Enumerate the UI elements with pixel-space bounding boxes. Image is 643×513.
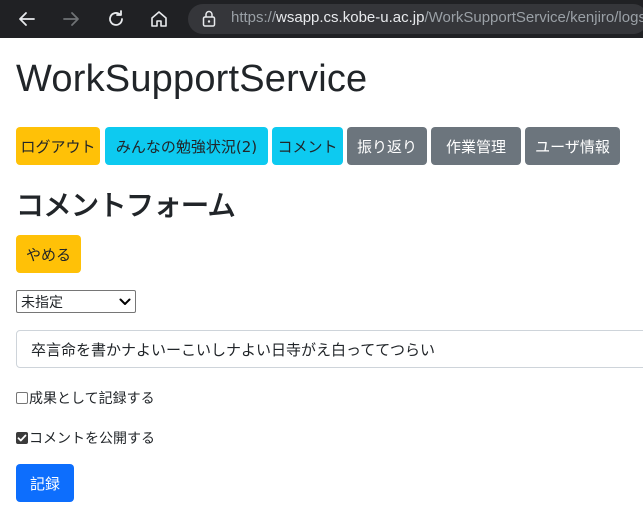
back-arrow-icon[interactable]	[15, 7, 39, 31]
comment-input[interactable]: 卒言命を書かナよいーこいしナよい日寺がえ白っててつらい	[16, 330, 643, 368]
record-as-result-label[interactable]: 成果として記録する	[29, 388, 155, 408]
publish-comment-row[interactable]: コメントを公開する	[16, 428, 155, 448]
comment-button[interactable]: コメント	[272, 127, 343, 165]
lock-icon[interactable]	[202, 10, 216, 31]
url-text[interactable]: https://wsapp.cs.kobe-u.ac.jp/WorkSuppor…	[231, 9, 643, 26]
comment-form-heading: コメントフォーム	[16, 189, 236, 222]
reload-icon[interactable]	[104, 7, 128, 31]
url-path: /WorkSupportService/kenjiro/logs	[424, 9, 643, 26]
browser-toolbar: https://wsapp.cs.kobe-u.ac.jp/WorkSuppor…	[0, 0, 643, 38]
cancel-button[interactable]: やめる	[16, 235, 81, 273]
logout-button[interactable]: ログアウト	[16, 127, 100, 165]
category-select-value: 未指定	[21, 294, 63, 311]
checkmark-icon	[17, 434, 27, 442]
user-info-button[interactable]: ユーザ情報	[525, 127, 620, 165]
record-as-result-checkbox[interactable]	[16, 392, 28, 404]
comment-input-value: 卒言命を書かナよいーこいしナよい日寺がえ白っててつらい	[31, 340, 435, 359]
forward-arrow-icon[interactable]	[59, 7, 83, 31]
submit-button[interactable]: 記録	[16, 464, 74, 502]
url-scheme: https://	[231, 9, 277, 26]
everyone-status-button[interactable]: みんなの勉強状況(2)	[105, 127, 268, 165]
task-manage-button[interactable]: 作業管理	[431, 127, 521, 165]
review-button[interactable]: 振り返り	[347, 127, 427, 165]
url-host: wsapp.cs.kobe-u.ac.jp	[276, 9, 425, 26]
record-as-result-row[interactable]: 成果として記録する	[16, 388, 155, 408]
publish-comment-checkbox[interactable]	[16, 432, 28, 444]
page-title: WorkSupportService	[16, 58, 368, 100]
category-select[interactable]: 未指定	[16, 290, 136, 313]
home-icon[interactable]	[147, 7, 171, 31]
chevron-down-icon	[119, 294, 131, 310]
publish-comment-label[interactable]: コメントを公開する	[29, 428, 155, 448]
